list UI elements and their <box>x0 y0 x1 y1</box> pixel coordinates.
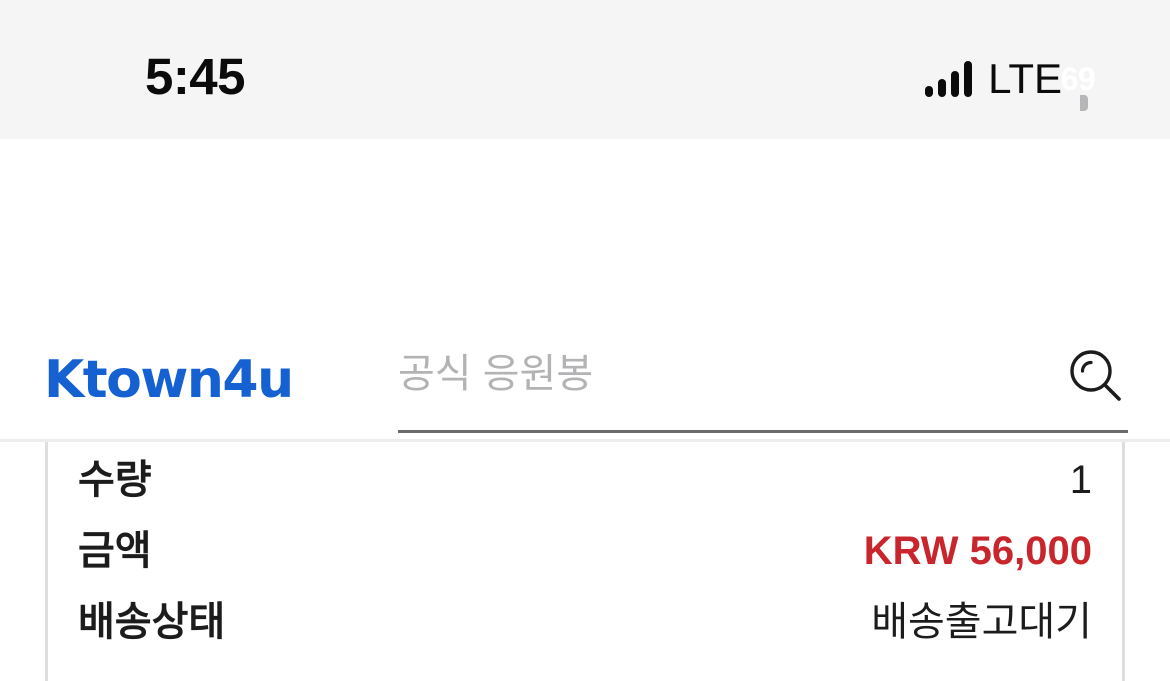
shipping-status-value: 배송출고대기 <box>871 600 1092 644</box>
quantity-value: 1 <box>1069 458 1092 502</box>
amount-label: 금액 <box>78 529 152 573</box>
search-button[interactable] <box>1062 342 1130 410</box>
content-right-border <box>1122 442 1125 681</box>
search-input[interactable] <box>398 339 1038 409</box>
shipping-status-label: 배송상태 <box>78 600 226 644</box>
status-bar: 5:45 LTE 69 <box>0 0 1170 139</box>
network-type-label: LTE <box>988 55 1062 102</box>
quantity-label: 수량 <box>78 458 152 502</box>
battery-cap <box>1080 95 1088 111</box>
ktown4u-logo[interactable]: Ktown4u <box>44 351 294 409</box>
table-row: 수량 1 <box>78 452 1092 523</box>
order-detail-section: 수량 1 금액 KRW 56,000 배송상태 배송출고대기 <box>0 442 1170 681</box>
search-box <box>398 339 1128 433</box>
mobile-screen: 5:45 LTE 69 Ktown4u <box>0 0 1170 681</box>
app-header: Ktown4u BEST N 차트 화장품 K <box>0 139 1170 517</box>
search-underline <box>398 430 1128 433</box>
status-bar-indicators: LTE 69 <box>925 50 1096 111</box>
status-bar-clock: 5:45 <box>144 48 246 105</box>
table-row: 배송상태 배송출고대기 <box>78 594 1092 665</box>
table-row: 금액 KRW 56,000 <box>78 523 1092 594</box>
search-icon <box>1070 350 1121 401</box>
amount-value: KRW 56,000 <box>863 529 1092 573</box>
signal-bars-icon <box>925 61 973 97</box>
order-detail-list: 수량 1 금액 KRW 56,000 배송상태 배송출고대기 <box>78 442 1092 665</box>
content-left-border <box>45 442 48 681</box>
